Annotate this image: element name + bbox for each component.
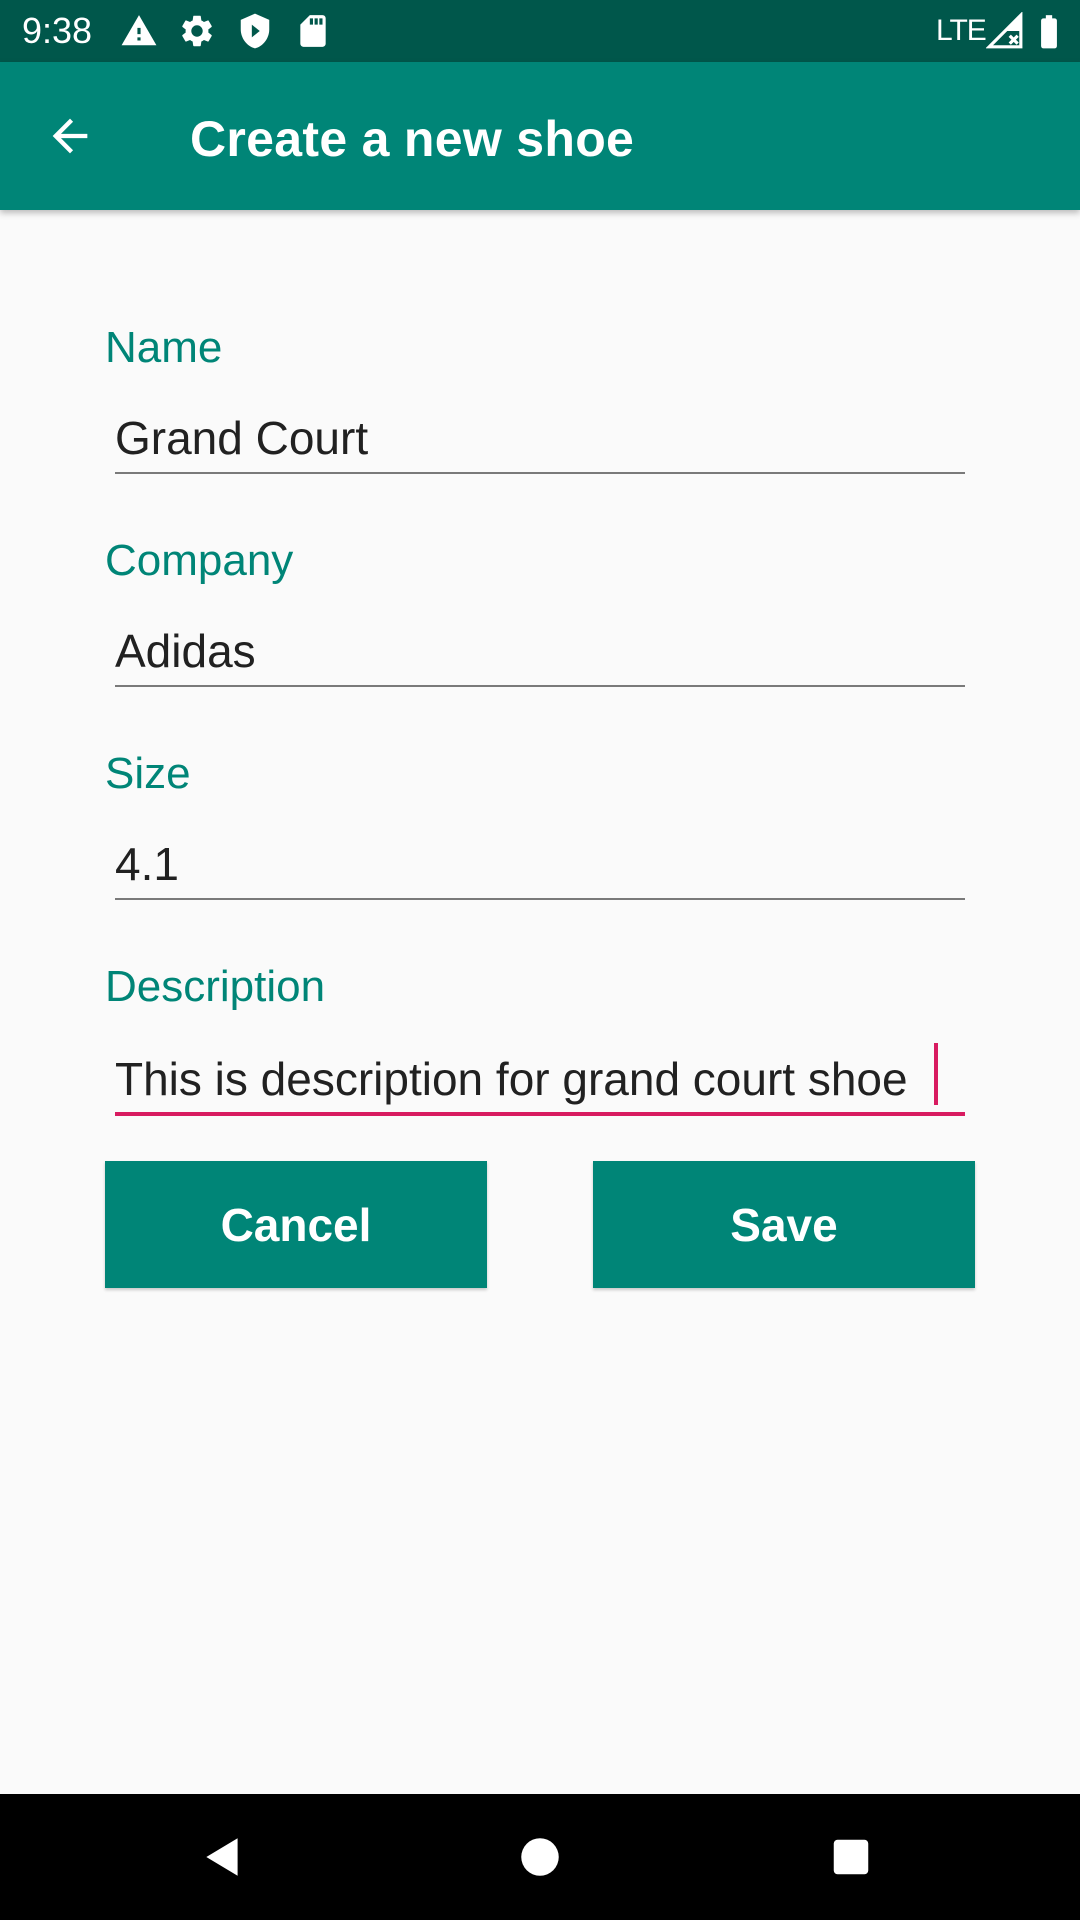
status-time: 9:38 [22,10,93,51]
back-triangle-icon[interactable] [190,1824,256,1890]
size-input[interactable] [115,830,965,900]
name-input[interactable] [115,404,965,474]
name-label: Name [105,323,223,372]
shield-icon [236,12,274,50]
description-label: Description [105,962,326,1011]
size-label: Size [105,749,191,798]
status-bar: 9:38 LTE [0,0,1080,62]
navigation-bar [0,1794,1080,1920]
description-input[interactable] [115,1046,965,1116]
arrow-left-icon [44,110,96,167]
page-title: Create a new shoe [190,111,635,167]
sd-card-icon [294,12,332,50]
home-circle-icon[interactable] [507,1824,573,1890]
signal-icon [985,11,1024,50]
back-button[interactable] [30,98,110,178]
warning-icon [120,12,158,50]
recents-square-icon[interactable] [818,1824,884,1890]
save-button[interactable]: Save [593,1161,975,1288]
company-input[interactable] [115,617,965,687]
text-cursor [934,1043,938,1105]
app-bar: Create a new shoe [0,62,1080,210]
network-type: LTE [936,14,987,47]
gear-icon [178,12,216,50]
company-label: Company [105,536,294,585]
battery-icon [1030,12,1068,50]
cancel-button[interactable]: Cancel [105,1161,487,1288]
